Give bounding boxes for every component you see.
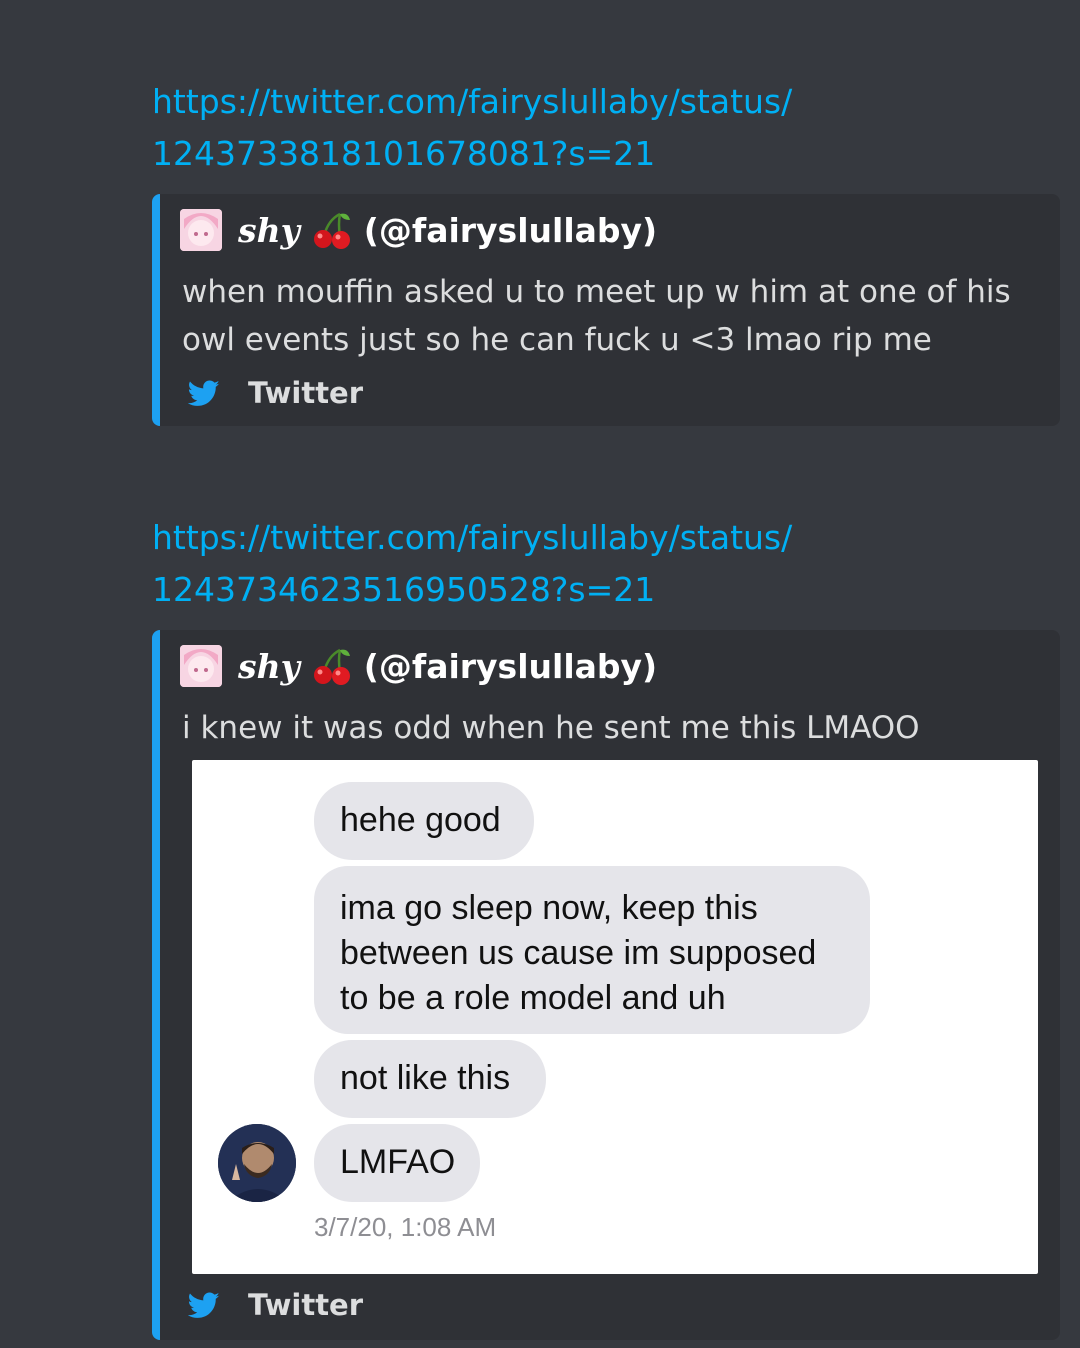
- tweet-embed: shy (@fairyslullaby) i knew it was odd w…: [152, 630, 1060, 1340]
- tweet-link[interactable]: https://twitter.com/fairyslullaby/status…: [152, 512, 812, 616]
- embed-footer: Twitter: [188, 1288, 363, 1322]
- message-1: https://twitter.com/fairyslullaby/status…: [152, 76, 1060, 426]
- twitter-bird-icon: [188, 380, 220, 406]
- tweet-embed: shy (@fairyslullaby) when mouffin asked …: [152, 194, 1060, 426]
- tweet-image[interactable]: hehe good ima go sleep now, keep this be…: [192, 760, 1038, 1274]
- author-handle[interactable]: (@fairyslullaby): [364, 211, 657, 250]
- chat-bubble: hehe good: [314, 782, 534, 860]
- message-timestamp: 3/7/20, 1:08 AM: [314, 1212, 497, 1242]
- author-avatar[interactable]: [180, 645, 222, 687]
- embed-author[interactable]: shy (@fairyslullaby): [180, 644, 657, 688]
- sender-avatar: [218, 1124, 296, 1202]
- tweet-text: i knew it was odd when he sent me this L…: [182, 710, 920, 746]
- author-avatar[interactable]: [180, 209, 222, 251]
- embed-author[interactable]: shy (@fairyslullaby): [180, 208, 657, 252]
- tweet-text: when mouffin asked u to meet up w him at…: [182, 274, 1011, 358]
- cherry-icon: [313, 648, 350, 685]
- footer-text: Twitter: [248, 1288, 364, 1322]
- cherry-icon: [313, 212, 350, 249]
- author-name[interactable]: shy: [238, 211, 300, 250]
- author-handle[interactable]: (@fairyslullaby): [364, 647, 657, 686]
- twitter-bird-icon: [188, 1292, 220, 1318]
- chat-bubble: not like this: [314, 1040, 546, 1118]
- chat-bubble: LMFAO: [314, 1124, 480, 1202]
- embed-footer: Twitter: [188, 376, 363, 410]
- message-2: https://twitter.com/fairyslullaby/status…: [152, 512, 1060, 1340]
- tweet-link[interactable]: https://twitter.com/fairyslullaby/status…: [152, 76, 812, 180]
- author-name[interactable]: shy: [238, 647, 300, 686]
- chat-bubble: ima go sleep now, keep this between us c…: [314, 866, 870, 1034]
- footer-text: Twitter: [248, 376, 364, 410]
